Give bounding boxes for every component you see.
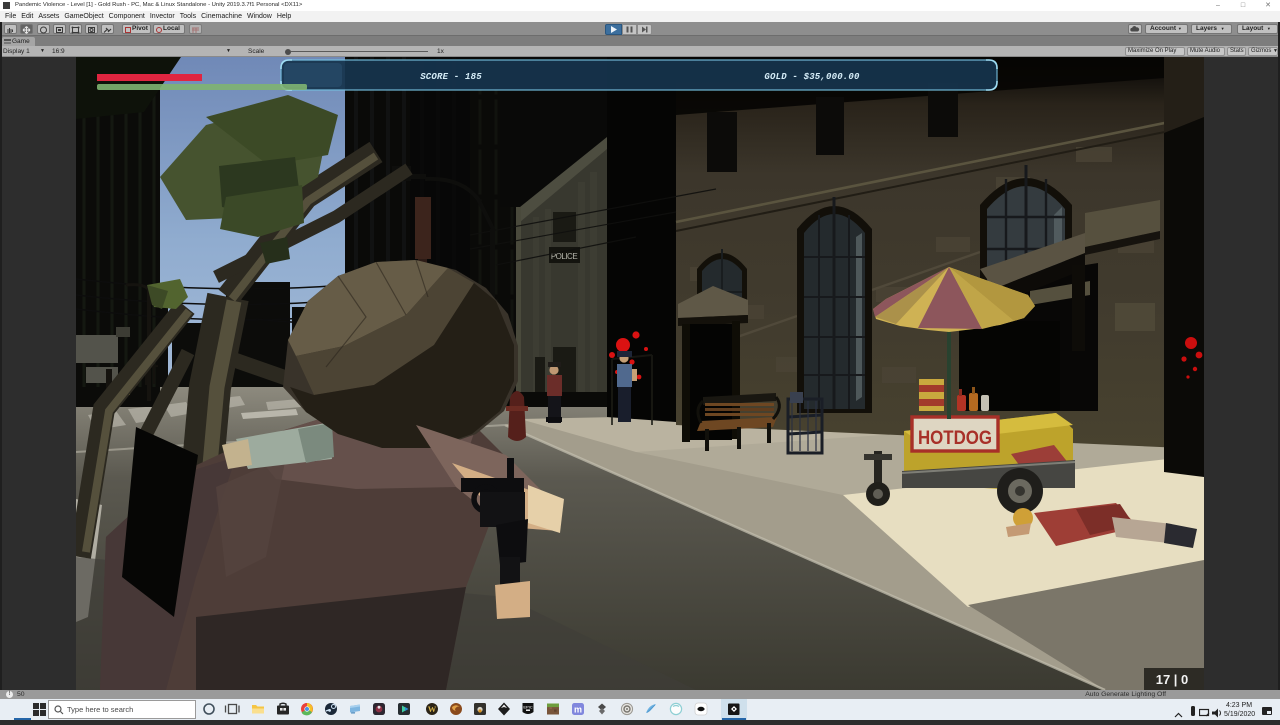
svg-text:m: m [574, 704, 582, 714]
svg-text:W: W [428, 704, 437, 714]
svg-text:EPIC: EPIC [523, 705, 532, 710]
svg-text:SCORE - 185: SCORE - 185 [420, 72, 482, 82]
svg-text:17 | 0: 17 | 0 [1156, 672, 1189, 687]
svg-text:HOTDOG: HOTDOG [918, 428, 992, 449]
svg-text:GOLD - $35,000.00: GOLD - $35,000.00 [764, 72, 860, 82]
